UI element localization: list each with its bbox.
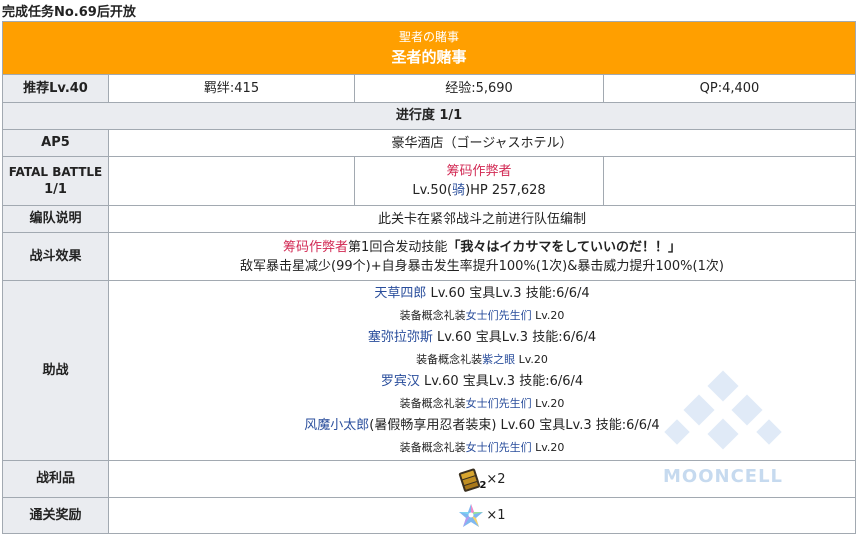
effect-line-2: 敌军暴击星减少(99个)+自身暴击发生率提升100%(1次)&暴击威力提升100… (240, 258, 724, 274)
enemy-slot-empty-right (604, 157, 855, 205)
formation-row: 编队说明 此关卡在紧邻战斗之前进行队伍编制 (3, 205, 855, 232)
ce-level: Lv.20 (531, 308, 565, 322)
effect-row: 战斗效果 筹码作弊者第1回合发动技能「我々はイカサマをしていいのだ！！」 敌军暴… (3, 232, 855, 280)
support-servant-stats: Lv.60 宝具Lv.3 技能:6/6/4 (432, 329, 597, 345)
support-servant-stats: Lv.60 宝具Lv.3 技能:6/6/4 (419, 373, 584, 389)
support-servant-stats: (暑假畅享用忍者装束) Lv.60 宝具Lv.3 技能:6/6/4 (369, 417, 660, 433)
location-name: 豪华酒店（ゴージャスホテル） (391, 135, 573, 151)
battle-label-title: FATAL BATTLE (8, 165, 103, 179)
clear-reward-content: ×1 (109, 498, 855, 533)
support-servant-1: 天草四郎 Lv.60 宝具Lv.3 技能:6/6/4 (374, 283, 589, 305)
support-ce-2: 装备概念礼装紫之眼 Lv.20 (416, 349, 548, 371)
formation-text: 此关卡在紧邻战斗之前进行队伍编制 (377, 211, 586, 227)
effect-enemy-link[interactable]: 筹码作弊者 (283, 240, 348, 255)
clear-reward-qty: ×1 (486, 508, 506, 523)
battle-row: FATAL BATTLE 1/1 筹码作弊者 Lv.50(骑)HP 257,62… (3, 156, 855, 205)
enemy-stats: Lv.50(骑)HP 257,628 (412, 181, 545, 200)
support-row: 助战 天草四郎 Lv.60 宝具Lv.3 技能:6/6/4 装备概念礼装女士们先… (3, 280, 855, 460)
ce-level: Lv.20 (531, 396, 565, 410)
battle-label-wave: 1/1 (44, 182, 67, 197)
ap-row: AP5 豪华酒店（ゴージャスホテル） (3, 129, 855, 156)
recommended-level-label: 推荐Lv.40 (3, 75, 109, 102)
drops-label: 战利品 (3, 461, 109, 497)
bond-value: 羁绊:415 (109, 75, 355, 102)
drops-content: 2 ×2 (109, 461, 855, 497)
enemy-slot: 筹码作弊者 Lv.50(骑)HP 257,628 (355, 157, 604, 205)
effect-line-1: 筹码作弊者第1回合发动技能「我々はイカサマをしていいのだ！！」 (283, 238, 681, 257)
progress-label: 进行度 1/1 (395, 108, 463, 123)
enemy-hp: )HP 257,628 (465, 183, 546, 198)
drops-row: 战利品 2 ×2 (3, 460, 855, 497)
ap-label: AP5 (3, 130, 109, 156)
progress-row: 进行度 1/1 (3, 102, 855, 129)
enemy-class-link[interactable]: 骑 (452, 183, 465, 198)
ce-prefix: 装备概念礼装 (399, 396, 466, 410)
effect-skill-prefix: 第1回合发动技能 (348, 239, 448, 255)
support-servant-link[interactable]: 罗宾汉 (381, 374, 420, 389)
support-ce-4: 装备概念礼装女士们先生们 Lv.20 (400, 437, 565, 459)
clear-reward-label: 通关奖励 (3, 498, 109, 533)
rainbow-star-icon[interactable] (458, 503, 484, 529)
ce-link[interactable]: 紫之眼 (482, 353, 515, 366)
support-servant-link[interactable]: 风魔小太郎 (304, 418, 369, 433)
drop-item-qty: ×2 (486, 471, 506, 487)
effect-label: 战斗效果 (3, 233, 109, 280)
gold-ingot-chest-icon[interactable]: 2 (458, 466, 487, 492)
effect-skill-name: 「我々はイカサマをしていいのだ！！」 (447, 239, 681, 255)
ce-prefix: 装备概念礼装 (399, 308, 466, 322)
support-servant-3: 罗宾汉 Lv.60 宝具Lv.3 技能:6/6/4 (381, 371, 583, 393)
enemy-level: Lv.50( (412, 183, 453, 198)
support-ce-3: 装备概念礼装女士们先生们 Lv.20 (400, 393, 565, 415)
quest-title-jp: 聖者の賭事 (398, 29, 459, 44)
support-servant-link[interactable]: 塞弥拉弥斯 (368, 330, 433, 345)
support-label: 助战 (3, 281, 109, 460)
rewards-row: 推荐Lv.40 羁绊:415 经验:5,690 QP:4,400 (3, 74, 855, 102)
support-servant-2: 塞弥拉弥斯 Lv.60 宝具Lv.3 技能:6/6/4 (368, 327, 596, 349)
enemy-slot-empty-left (109, 157, 355, 205)
qp-value: QP:4,400 (699, 81, 760, 96)
formation-label: 编队说明 (3, 206, 109, 232)
enemy-name[interactable]: 筹码作弊者 (446, 162, 511, 181)
exp-value: 经验:5,690 (355, 75, 604, 102)
ce-link[interactable]: 女士们先生们 (466, 441, 532, 454)
ce-level: Lv.20 (515, 352, 548, 366)
clear-reward-row: 通关奖励 ×1 (3, 497, 855, 533)
clear-reward-item: ×1 (458, 503, 506, 529)
quest-title-header: 聖者の賭事 圣者的赌事 (3, 22, 855, 74)
effect-content: 筹码作弊者第1回合发动技能「我々はイカサマをしていいのだ！！」 敌军暴击星减少(… (109, 233, 855, 280)
ce-level: Lv.20 (531, 440, 565, 454)
drop-item-badge: 2 (479, 480, 487, 491)
ce-prefix: 装备概念礼装 (416, 352, 483, 366)
ce-link[interactable]: 女士们先生们 (466, 309, 532, 322)
ce-link[interactable]: 女士们先生们 (466, 397, 532, 410)
support-ce-1: 装备概念礼装女士们先生们 Lv.20 (400, 305, 565, 327)
drop-item: 2 ×2 (458, 466, 506, 492)
support-servant-link[interactable]: 天草四郎 (374, 286, 426, 301)
quest-title-cn: 圣者的赌事 (391, 47, 467, 66)
support-servant-stats: Lv.60 宝具Lv.3 技能:6/6/4 (426, 285, 590, 301)
quest-table: 聖者の賭事 圣者的赌事 推荐Lv.40 羁绊:415 经验:5,690 QP:4… (2, 21, 856, 534)
battle-label: FATAL BATTLE 1/1 (3, 157, 109, 205)
ce-prefix: 装备概念礼装 (399, 440, 466, 454)
unlock-note: 完成任务No.69后开放 (2, 5, 136, 20)
support-list: 天草四郎 Lv.60 宝具Lv.3 技能:6/6/4 装备概念礼装女士们先生们 … (109, 281, 855, 460)
support-servant-4: 风魔小太郎(暑假畅享用忍者装束) Lv.60 宝具Lv.3 技能:6/6/4 (304, 415, 659, 437)
